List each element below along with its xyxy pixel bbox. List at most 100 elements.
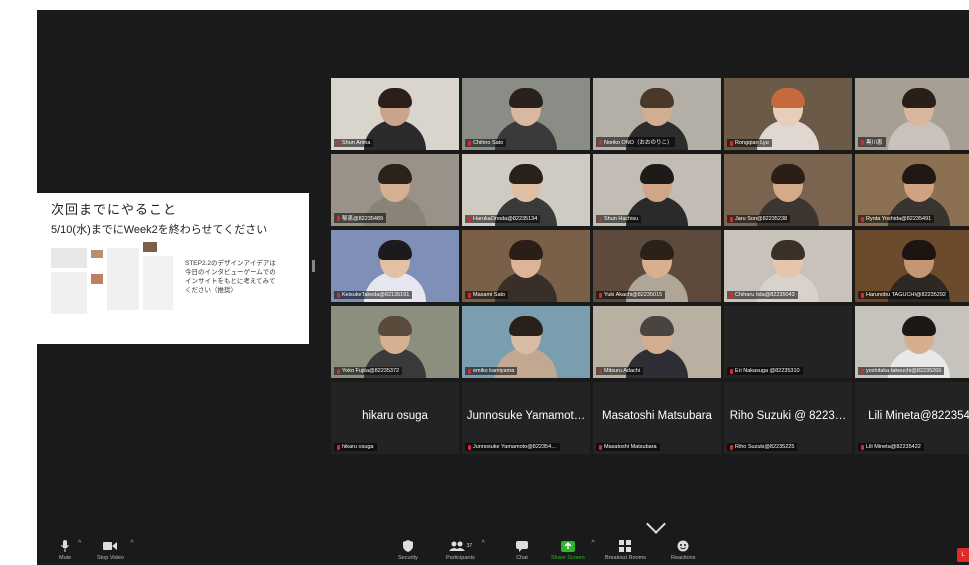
participants-count: 37 — [466, 543, 473, 549]
participant-tile[interactable]: Riho Suzuki @ 8223… Riho Suzuki@82235225 — [724, 382, 852, 454]
participant-name-label: Masatoshi Matsubara — [596, 443, 660, 451]
caret-up-icon[interactable]: ^ — [591, 540, 594, 547]
participant-tile[interactable]: Chiharu Iida@82235043 — [724, 230, 852, 302]
participant-tile[interactable]: Masatoshi Matsubara Masatoshi Matsubara — [593, 382, 721, 454]
zoom-meeting-window: 次回までにやること 5/10(水)までにWeek2を終わらせてください STEP… — [37, 10, 969, 565]
gallery-view: Shun Arima Chihiro Sato Noriko ONO（おおのりこ） R… — [331, 78, 969, 458]
participants-label: Participants — [446, 555, 475, 561]
participant-name-label: Jaru Son@82235238 — [727, 215, 791, 223]
participant-tile[interactable]: Junnosuke Yamamot… Junnosuke Yamamoto@822… — [462, 382, 590, 454]
participant-name-label: KeisukeTakeda@82135161 — [334, 291, 413, 299]
participant-name-label: Chihiro Sato — [465, 139, 507, 147]
caret-up-icon[interactable]: ^ — [481, 540, 484, 547]
participant-name-label: Lili Mineta@82235422 — [858, 443, 924, 451]
microphone-icon — [61, 540, 70, 552]
participant-name-label: 黒川恵 — [858, 137, 886, 147]
mic-muted-icon — [730, 140, 733, 146]
participant-name-label: Mitsuru Adachi — [596, 367, 644, 375]
participant-name-label: Chiharu Iida@82235043 — [727, 291, 798, 299]
participant-tile[interactable]: Harunobu TAGUCHI@82235292 — [855, 230, 969, 302]
stop-video-label: Stop Video — [97, 555, 124, 561]
participant-name-label: HarukaOnoda@82235134 — [465, 215, 541, 223]
participant-tile[interactable]: Chihiro Sato — [462, 78, 590, 150]
participant-name-label: Harunobu TAGUCHI@82235292 — [858, 291, 949, 299]
participant-name: Harunobu TAGUCHI@82235292 — [866, 292, 946, 298]
participant-tile[interactable]: Jaru Son@82235238 — [724, 154, 852, 226]
participant-name-label: Ryota Yoshida@82235491 — [858, 215, 935, 223]
participant-tile[interactable]: Eri Nakasuga @82235310 — [724, 306, 852, 378]
participant-tile[interactable]: Lili Mineta@822354 Lili Mineta@82235422 — [855, 382, 969, 454]
participant-name-label: yoshitaka takeuchi@82235266 — [858, 367, 945, 375]
participant-name: Eri Nakasuga @82235310 — [735, 368, 800, 374]
caret-up-icon[interactable]: ^ — [131, 540, 134, 547]
participant-name: HarukaOnoda@82235134 — [473, 216, 538, 222]
participants-icon: 37 — [448, 540, 473, 552]
mic-muted-icon — [861, 444, 864, 450]
slide-note: STEP2.2のデザインアイデアは 今日のインタビューゲームでの インサイトをも… — [185, 260, 276, 294]
mic-muted-icon — [730, 292, 733, 298]
breakout-rooms-button[interactable]: Breakout Rooms — [605, 540, 646, 561]
participant-tile[interactable]: Rongqian Lyu — [724, 78, 852, 150]
chat-button[interactable]: Chat — [516, 540, 528, 561]
participant-tile[interactable]: Noriko ONO（おおのりこ） — [593, 78, 721, 150]
participant-name: emiko kamiyama — [473, 368, 515, 374]
participant-tile[interactable]: hikaru osuga hikaru osuga — [331, 382, 459, 454]
chat-bubble-icon — [516, 540, 528, 552]
participant-name: Riho Suzuki@82235225 — [735, 444, 795, 450]
slide-screenshot-thumbnails — [51, 242, 177, 318]
participant-tile[interactable]: HarukaOnoda@82235134 — [462, 154, 590, 226]
stop-video-button[interactable]: Stop Video ^ — [97, 540, 134, 561]
split-view-handle[interactable] — [312, 260, 315, 272]
participant-name-label: emiko kamiyama — [465, 367, 518, 375]
participant-name-label: Masami Sato — [465, 291, 509, 299]
chat-label: Chat — [516, 555, 528, 561]
participant-name: Jaru Son@82235238 — [735, 216, 788, 222]
participant-tile[interactable]: Mitsuru Adachi — [593, 306, 721, 378]
participant-tile[interactable]: Yuki Akachi@82235015 — [593, 230, 721, 302]
participant-tile[interactable]: Shun Arima — [331, 78, 459, 150]
participant-tile[interactable]: yoshitaka takeuchi@82235266 — [855, 306, 969, 378]
slide-subtitle: 5/10(水)までにWeek2を終わらせてください — [51, 224, 268, 236]
shield-icon — [402, 540, 413, 552]
participant-name-label: Junnosuke Yamamoto@822354… — [465, 443, 560, 451]
mic-muted-icon — [599, 444, 602, 450]
grid-icon — [619, 540, 632, 552]
participant-tile[interactable]: 黒川恵 — [855, 78, 969, 150]
participant-display-name: Lili Mineta@822354 — [868, 410, 969, 422]
share-screen-icon — [560, 540, 575, 552]
participant-tile[interactable]: Masami Sato — [462, 230, 590, 302]
leave-button[interactable]: L — [957, 548, 969, 562]
participant-name-label: Yuki Akachi@82235015 — [596, 291, 666, 299]
participant-tile[interactable]: Yoko Fujita@82235372 — [331, 306, 459, 378]
mic-muted-icon — [337, 444, 340, 450]
reactions-button[interactable]: Reactions — [671, 540, 695, 561]
mic-muted-icon — [730, 368, 733, 374]
chevron-down-icon[interactable] — [646, 514, 666, 534]
mic-muted-icon — [861, 216, 864, 222]
participant-tile[interactable]: KeisukeTakeda@82135161 — [331, 230, 459, 302]
mic-muted-icon — [861, 368, 864, 374]
participant-name: Ryota Yoshida@82235491 — [866, 216, 932, 222]
participant-name: Yuki Akachi@82235015 — [604, 292, 663, 298]
breakout-rooms-label: Breakout Rooms — [605, 555, 646, 561]
participant-name: yoshitaka takeuchi@82235266 — [866, 368, 942, 374]
participant-tile[interactable]: Ryota Yoshida@82235491 — [855, 154, 969, 226]
share-screen-button[interactable]: Share Screen ^ — [551, 540, 595, 561]
security-button[interactable]: Security — [398, 540, 418, 561]
participant-tile[interactable]: emiko kamiyama — [462, 306, 590, 378]
participant-name-label: 郁恵@82235489 — [334, 213, 387, 223]
participant-name-label: hikaru osuga — [334, 443, 377, 451]
participant-name: Shun Hachisu — [604, 216, 639, 222]
participant-tile[interactable]: Shun Hachisu — [593, 154, 721, 226]
participant-name: Mitsuru Adachi — [604, 368, 641, 374]
smiley-icon — [677, 540, 689, 552]
shared-slide: 次回までにやること 5/10(水)までにWeek2を終わらせてください STEP… — [37, 193, 309, 344]
caret-up-icon[interactable]: ^ — [78, 540, 81, 547]
participant-name: Yoko Fujita@82235372 — [342, 368, 400, 374]
participant-display-name: Junnosuke Yamamot… — [466, 410, 586, 422]
mute-button[interactable]: Mute ^ — [59, 540, 81, 561]
participant-tile[interactable]: 郁恵@82235489 — [331, 154, 459, 226]
participants-button[interactable]: 37 Participants ^ — [446, 540, 485, 561]
reactions-label: Reactions — [671, 555, 696, 561]
mic-muted-icon — [730, 444, 733, 450]
